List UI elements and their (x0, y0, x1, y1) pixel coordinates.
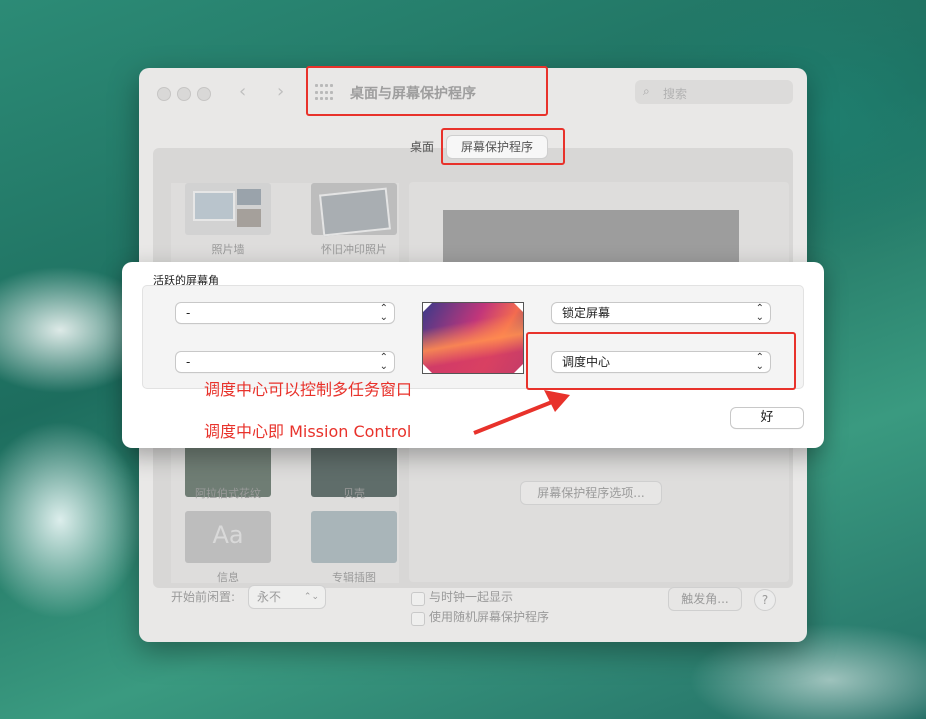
annotation-arrow (473, 390, 570, 435)
annotation-arrow-line (473, 400, 553, 435)
annotation-arrow-head (544, 390, 570, 412)
